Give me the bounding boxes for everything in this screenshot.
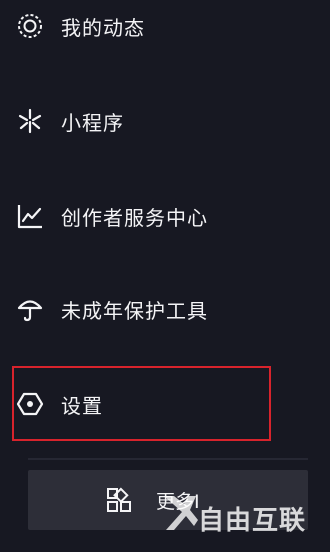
settings-highlight-box (12, 366, 271, 441)
menu-item-label: 我的动态 (61, 15, 145, 40)
menu-item-label: 未成年保护工具 (61, 298, 208, 323)
menu-item-creator-center[interactable]: 创作者服务中心 (0, 196, 320, 236)
umbrella-icon (16, 295, 44, 323)
watermark-logo: 自由互联 (160, 486, 320, 546)
menu-item-mini-program[interactable]: 小程序 (0, 101, 320, 141)
menu-item-my-dynamics[interactable]: 我的动态 (0, 6, 320, 46)
watermark-text: 自由互联 (198, 506, 307, 536)
menu-item-minor-protection[interactable]: 未成年保护工具 (0, 289, 320, 329)
grid-icon (106, 487, 132, 513)
menu-item-label: 小程序 (61, 110, 124, 135)
divider (28, 458, 308, 460)
asterisk-icon (16, 107, 44, 135)
line-chart-icon (16, 202, 44, 230)
target-circle-icon (16, 12, 44, 40)
menu-item-label: 创作者服务中心 (61, 205, 208, 230)
